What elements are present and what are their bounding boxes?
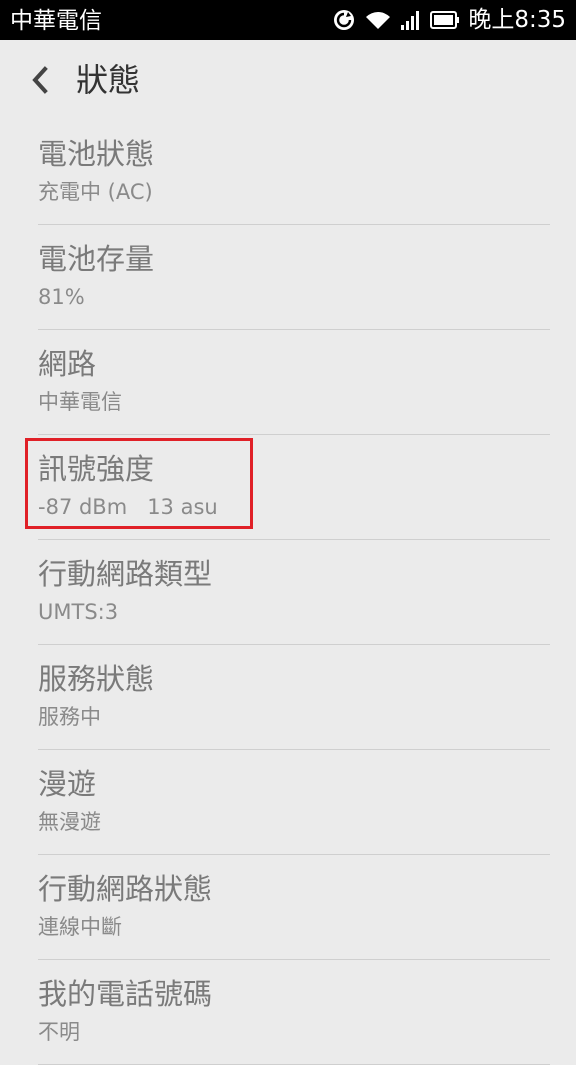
item-title: 電池狀態	[38, 137, 155, 171]
status-bar: 中華電信 晚上8:35	[0, 0, 576, 40]
item-title: 行動網路類型	[38, 557, 213, 591]
sync-icon	[332, 8, 356, 32]
item-title: 電池存量	[38, 242, 155, 276]
list-item-service-state[interactable]: 服務狀態 服務中	[38, 645, 550, 750]
list-item-network[interactable]: 網路 中華電信	[38, 330, 550, 435]
item-value: UMTS:3	[38, 600, 119, 624]
page-title: 狀態	[76, 61, 141, 99]
status-list: 電池狀態 充電中 (AC) 電池存量 81% 網路 中華電信 訊號強度 -87 …	[0, 120, 576, 1065]
item-value: 服務中	[38, 705, 101, 729]
item-title: 服務狀態	[38, 662, 155, 696]
highlight-box	[25, 438, 253, 529]
list-item-battery-level[interactable]: 電池存量 81%	[38, 225, 550, 330]
list-item-mobile-network-type[interactable]: 行動網路類型 UMTS:3	[38, 540, 550, 645]
item-title: 網路	[38, 347, 97, 381]
item-value: 不明	[38, 1020, 80, 1044]
item-value: 連線中斷	[38, 915, 122, 939]
item-title: 我的電話號碼	[38, 977, 213, 1011]
action-bar: 狀態	[0, 40, 576, 120]
battery-icon	[430, 11, 460, 29]
status-icons: 晚上8:35	[332, 0, 566, 40]
carrier-name: 中華電信	[10, 8, 102, 34]
item-value: 中華電信	[38, 390, 122, 414]
item-value: 無漫遊	[38, 810, 101, 834]
chevron-left-icon	[32, 66, 48, 94]
list-item-mobile-network-state[interactable]: 行動網路狀態 連線中斷	[38, 855, 550, 960]
back-button[interactable]	[22, 60, 58, 100]
signal-icon	[400, 9, 422, 31]
item-title: 行動網路狀態	[38, 872, 213, 906]
list-item-battery-status[interactable]: 電池狀態 充電中 (AC)	[38, 120, 550, 225]
item-value: 充電中 (AC)	[38, 180, 153, 204]
item-value: 81%	[38, 285, 85, 309]
item-title: 漫遊	[38, 767, 97, 801]
list-item-roaming[interactable]: 漫遊 無漫遊	[38, 750, 550, 855]
wifi-icon	[364, 9, 392, 31]
status-time: 晚上8:35	[468, 7, 566, 33]
list-item-phone-number[interactable]: 我的電話號碼 不明	[38, 960, 550, 1065]
